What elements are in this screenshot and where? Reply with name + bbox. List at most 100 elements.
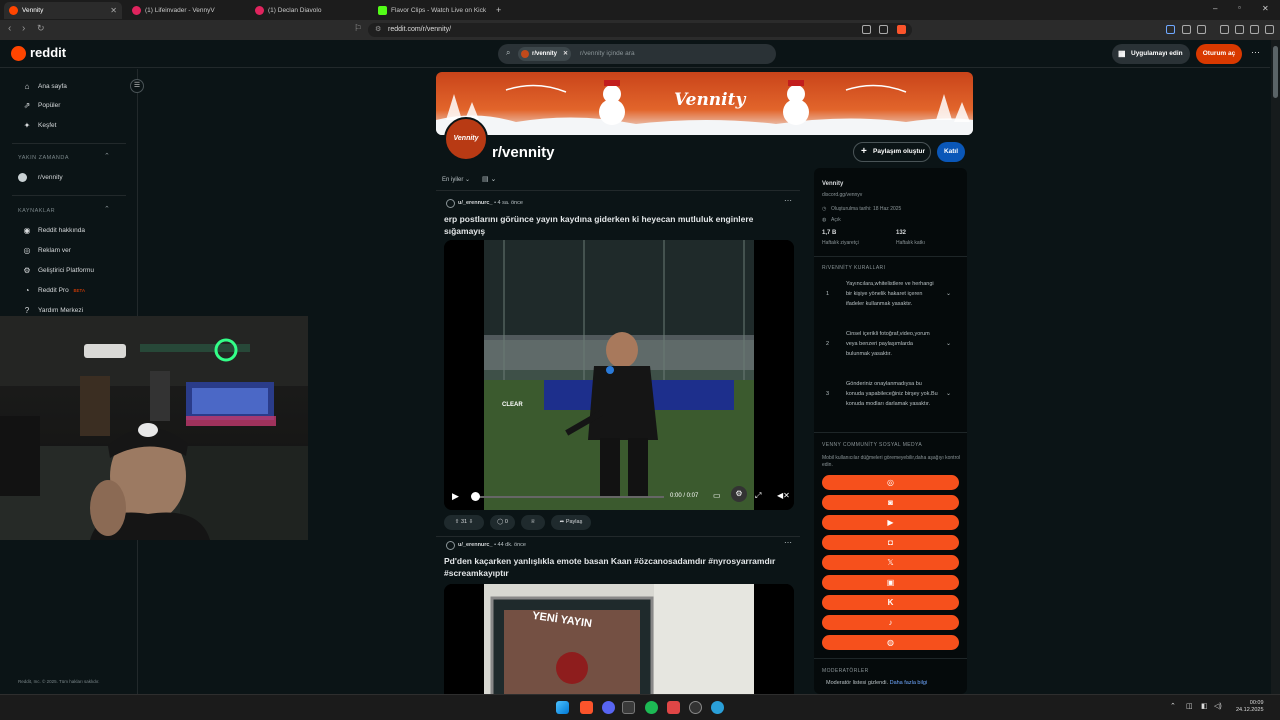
back-icon[interactable]: ‹ [8, 23, 11, 34]
sidebar-item-reddit-pro[interactable]: ◔ Reddit Pro BETA [22, 286, 85, 296]
instagram-link-button[interactable]: ◘ [822, 535, 959, 550]
collapse-sidebar-icon[interactable]: ☰ [130, 79, 144, 93]
browser-tab-kick[interactable]: Flavor Clips - Watch Live on Kick [373, 2, 493, 19]
scrollbar[interactable] [1271, 40, 1280, 694]
discord-link-button[interactable]: ◙ [822, 495, 959, 510]
sidebar-item-home[interactable]: ⌂ Ana sayfa [22, 82, 67, 92]
resources-section-header[interactable]: KAYNAKLAR [18, 208, 55, 214]
browser-tab-lifeinvader[interactable]: (1) Lifeinvader - VennyV [127, 2, 247, 19]
community-link[interactable]: discord.gg/vennyv [822, 192, 862, 198]
award-button[interactable]: ♕ [521, 515, 545, 530]
close-tab-icon[interactable]: ✕ [110, 2, 117, 19]
rule-item[interactable]: 1 Yayıncılara,whitelistlere ve herhangi … [826, 279, 962, 319]
play-icon[interactable]: ▶ [452, 491, 459, 502]
download-icon[interactable] [1220, 25, 1229, 34]
kick-link-button[interactable]: K [822, 595, 959, 610]
steam-app-icon[interactable] [689, 701, 702, 714]
system-clock[interactable]: 00:09 24.12.2025 [1236, 700, 1264, 714]
post-video[interactable]: CLEAR ▶ 0:00 / 0:07 ▭ ⚙ ⤢ ◀✕ [444, 240, 794, 510]
comments-button[interactable]: ◯ 0 [490, 515, 515, 530]
sidebar-item-advertise[interactable]: ◎ Reklam ver [22, 246, 71, 256]
browser-tab-vennity[interactable]: Vennity ✕ [4, 2, 122, 19]
reddit-wordmark[interactable]: reddit [30, 45, 66, 60]
upvote-icon[interactable]: ⇧ [455, 519, 460, 525]
user-avatar-icon[interactable] [446, 541, 455, 550]
sidebar-item-recent-vennity[interactable]: r/vennity [18, 173, 63, 183]
minimize-button[interactable]: – [1213, 4, 1217, 13]
reload-icon[interactable]: ↻ [37, 23, 45, 34]
post-title[interactable]: Pd'den kaçarken yanlışlıkla emote basan … [444, 555, 784, 579]
post-card[interactable]: u/_erennurc_ • 4 sa. önce ⋯ erp postları… [440, 194, 800, 534]
get-app-button[interactable]: ▦ Uygulamayı edin [1112, 44, 1190, 64]
share-icon[interactable] [879, 25, 888, 34]
chevron-down-icon[interactable]: ⌄ [946, 389, 951, 399]
sidebar-item-popular[interactable]: ⇗ Popüler [22, 101, 61, 111]
spotify-app-icon[interactable] [645, 701, 658, 714]
join-button[interactable]: Katıl [937, 142, 965, 162]
tiktok-link-button[interactable]: ♪ [822, 615, 959, 630]
captions-icon[interactable]: ▭ [713, 491, 721, 500]
tab-search-icon[interactable] [1197, 25, 1206, 34]
chevron-up-icon[interactable]: ⌃ [104, 152, 110, 160]
post-author[interactable]: u/_erennurc_ [458, 200, 493, 206]
menu-icon[interactable] [1265, 25, 1274, 34]
create-post-button[interactable]: + Paylaşım oluştur [853, 142, 931, 162]
youtube-link-button[interactable]: ▶ [822, 515, 959, 530]
bookmark-icon[interactable]: ⚐ [354, 23, 362, 34]
brave-shield-icon[interactable] [897, 25, 906, 34]
site-info-icon[interactable]: ⚙ [375, 23, 381, 37]
fullscreen-icon[interactable]: ⤢ [755, 491, 761, 501]
windows-start-icon[interactable] [556, 701, 569, 714]
sidebar-icon[interactable] [1250, 25, 1259, 34]
maximize-button[interactable]: ▫ [1238, 3, 1241, 12]
user-avatar-icon[interactable] [446, 199, 455, 208]
login-button[interactable]: Oturum aç [1196, 44, 1242, 64]
search-scope-chip[interactable]: r/vennity ✕ [518, 47, 572, 61]
video-progress-bar[interactable] [474, 496, 664, 498]
install-icon[interactable] [862, 25, 871, 34]
sidebar-item-developer[interactable]: ⚙ Geliştirici Platformu [22, 266, 94, 276]
discord-app-icon[interactable] [602, 701, 615, 714]
volume-icon[interactable]: ◁) [1214, 702, 1222, 710]
reddit-logo-icon[interactable] [11, 46, 26, 61]
forward-icon[interactable]: › [22, 23, 25, 34]
downvote-icon[interactable]: ⇩ [469, 519, 474, 525]
chevron-down-icon[interactable]: ⌄ [946, 339, 951, 349]
app-icon[interactable] [667, 701, 680, 714]
scrollbar-thumb[interactable] [1273, 46, 1278, 98]
new-tab-button[interactable]: + [494, 2, 508, 19]
url-field[interactable]: ⚙ reddit.com/r/vennity/ [368, 23, 912, 37]
view-mode-dropdown[interactable]: ▤ ⌄ [482, 175, 496, 183]
rule-item[interactable]: 2 Cinsel içerikli fotoğraf,video,yorum v… [826, 329, 962, 369]
subreddit-icon[interactable]: Vennity [444, 117, 488, 161]
post-card[interactable]: u/_erennurc_ • 44 dk. önce ⋯ Pd'den kaça… [440, 537, 800, 694]
browser-tab-declan[interactable]: (1) Declan Diavolo [250, 2, 370, 19]
learn-more-link[interactable]: Daha fazla bilgi [890, 680, 928, 686]
mute-icon[interactable]: ◀✕ [777, 491, 790, 500]
more-options-icon[interactable]: ⋯ [1251, 47, 1260, 58]
sidebar-item-help[interactable]: ? Yardım Merkezi [22, 306, 83, 316]
globe-link-button[interactable]: ◎ [822, 475, 959, 490]
sidebar-item-about[interactable]: ◉ Reddit hakkında [22, 226, 85, 236]
sort-dropdown[interactable]: En iyiler ⌄ [442, 176, 470, 183]
extension-icon[interactable] [1166, 25, 1175, 34]
twitch-link-button[interactable]: ▣ [822, 575, 959, 590]
post-author[interactable]: u/_erennurc_ [458, 542, 493, 548]
vote-button[interactable]: ⇧ 31 ⇩ [444, 515, 484, 530]
post-options-icon[interactable]: ⋯ [784, 196, 792, 205]
post-options-icon[interactable]: ⋯ [784, 538, 792, 547]
chevron-up-icon[interactable]: ⌃ [104, 205, 110, 213]
sidebar-item-explore[interactable]: ✦ Keşfet [22, 121, 57, 131]
app-icon[interactable] [711, 701, 724, 714]
media-icon[interactable] [1235, 25, 1244, 34]
network-icon[interactable]: ◫ [1186, 702, 1193, 710]
recent-section-header[interactable]: YAKIN ZAMANDA [18, 155, 69, 161]
notification-icon[interactable]: ◧ [1201, 702, 1208, 710]
extensions-icon[interactable] [1182, 25, 1191, 34]
rule-item[interactable]: 3 Gönderiniz onaylanmadıysa bu konuda ya… [826, 379, 962, 419]
chevron-up-icon[interactable]: ⌃ [1170, 702, 1176, 710]
post-image[interactable]: YENİ YAYIN [444, 584, 794, 694]
search-input[interactable]: ⌕ r/vennity ✕ r/vennity içinde ara [498, 44, 776, 64]
share-button[interactable]: ➦ Paylaş [551, 515, 591, 530]
x-link-button[interactable]: 𝕏 [822, 555, 959, 570]
